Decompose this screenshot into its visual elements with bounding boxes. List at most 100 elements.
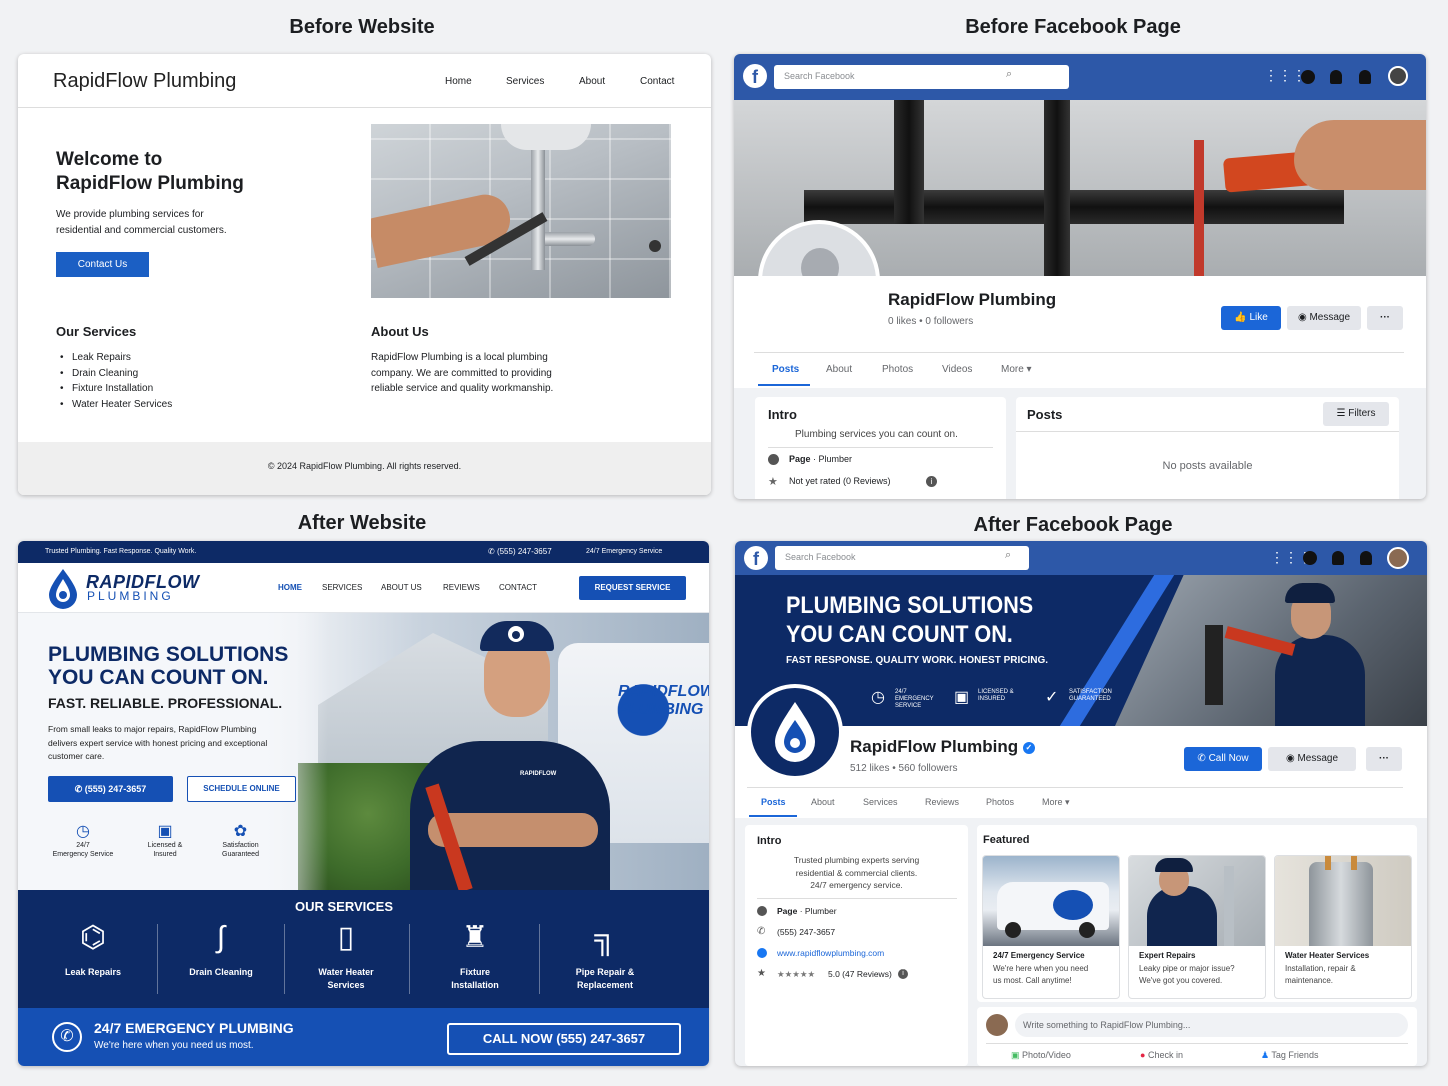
aw-service-drain-cleaning[interactable]: ∫ Drain Cleaning [157,916,285,979]
af-cover-subheading: FAST RESPONSE. QUALITY WORK. HONEST PRIC… [786,655,1049,666]
af-tab-photos[interactable]: Photos [986,797,1014,807]
bw-nav-home[interactable]: Home [445,76,472,87]
profile-avatar[interactable] [1388,66,1408,86]
aw-service-leak-repairs[interactable]: ⌬ Leak Repairs [29,916,157,979]
bf-like-button[interactable]: 👍 Like [1221,306,1281,330]
bf-tab-posts[interactable]: Posts [772,364,799,375]
apps-grid-icon[interactable]: ⋮⋮⋮ [1264,67,1306,84]
bw-nav-about[interactable]: About [579,76,605,87]
search-icon[interactable]: ⌕ [1005,549,1011,562]
af-action-check-in[interactable]: ● Check in [1140,1050,1183,1060]
aw-logo-subtext[interactable]: PLUMBING [87,589,174,603]
messenger-icon[interactable] [1303,551,1317,565]
bf-rating: Not yet rated (0 Reviews) [789,476,891,486]
af-tab-about[interactable]: About [811,797,835,807]
drain-pipe-icon: ∫ [216,921,226,954]
faucet-icon: ⌬ [79,921,107,954]
aw-emergency-title: 24/7 EMERGENCY PLUMBING [94,1020,294,1036]
bw-contact-button[interactable]: Contact Us [56,252,149,277]
af-featured-item[interactable]: Water Heater Services Installation, repa… [1274,855,1412,999]
notification-icon[interactable] [1360,551,1372,565]
info-icon [757,906,767,916]
af-action-tag-friends[interactable]: ♟ Tag Friends [1261,1050,1318,1061]
bell-icon[interactable] [1332,551,1344,565]
af-tab-reviews[interactable]: Reviews [925,797,959,807]
bw-hero-photo [371,124,671,298]
after-website-panel: Trusted Plumbing. Fast Response. Quality… [18,541,709,1066]
aw-nav-about[interactable]: ABOUT US [381,583,422,592]
af-intro-card: Intro Trusted plumbing experts serving re… [745,825,968,1066]
af-message-button[interactable]: ◉ Message [1268,747,1356,771]
bw-hero-heading: Welcome to RapidFlow Plumbing [56,149,244,194]
bf-search-input[interactable]: Search Facebook [774,65,1069,89]
af-tab-posts[interactable]: Posts [761,797,786,807]
messenger-icon[interactable] [1301,70,1315,84]
bw-nav-services[interactable]: Services [506,76,544,87]
af-featured-photo-heater [1275,856,1411,946]
photo-icon: ▣ [1011,1050,1020,1060]
af-more-button[interactable]: ··· [1366,747,1402,771]
aw-hero-paragraph: From small leaks to major repairs, Rapid… [48,724,268,761]
bf-posts-card: Posts ☰ Filters No posts available [1016,397,1399,499]
aw-service-water-heater[interactable]: ▯ Water Heater Services [282,916,410,992]
af-composer-input[interactable]: Write something to RapidFlow Plumbing... [1015,1013,1408,1037]
af-search-input[interactable]: Search Facebook [775,546,1029,570]
bw-intro: We provide plumbing services for resident… [56,209,227,236]
af-website-link[interactable]: www.rapidflowplumbing.com [777,948,884,958]
aw-services-band: OUR SERVICES ⌬ Leak Repairs ∫ Drain Cleani… [18,890,709,1008]
aw-topbar-phone[interactable]: ✆ (555) 247-3657 [488,547,552,556]
af-call-now-button[interactable]: ✆ Call Now [1184,747,1262,771]
search-icon[interactable]: ⌕ [1006,68,1012,81]
bf-no-posts: No posts available [1162,460,1253,472]
af-featured-item[interactable]: 24/7 Emergency Service We're here when y… [982,855,1120,999]
clock-icon: ◷ [76,823,90,840]
notification-icon[interactable] [1359,70,1371,84]
aw-nav-home[interactable]: HOME [278,583,302,592]
facebook-logo-icon[interactable]: f [743,64,767,88]
aw-nav-services[interactable]: SERVICES [322,583,362,592]
bf-more-button[interactable]: ··· [1367,306,1403,330]
profile-avatar[interactable] [1387,547,1409,569]
aw-service-fixture-installation[interactable]: ♜ Fixture Installation [411,916,539,992]
bw-services-title: Our Services [56,324,137,339]
bw-service-item: Water Heater Services [56,397,172,413]
af-featured-item[interactable]: Expert Repairs Leaky pipe or major issue… [1128,855,1266,999]
aw-nav-contact[interactable]: CONTACT [499,583,537,592]
aw-badge-satisfaction: ✿ Satisfaction Guaranteed [208,823,273,859]
af-profile-picture[interactable] [747,684,843,780]
user-avatar [986,1014,1008,1036]
info-icon[interactable]: i [898,969,908,979]
bf-tab-about[interactable]: About [826,364,852,375]
aw-call-button[interactable]: ✆ (555) 247-3657 [48,776,173,802]
af-featured-photo-van [983,856,1119,946]
aw-schedule-button[interactable]: SCHEDULE ONLINE [187,776,296,802]
af-tab-more[interactable]: More ▾ [1042,797,1070,808]
aw-request-service-button[interactable]: REQUEST SERVICE [579,576,686,600]
aw-call-now-button[interactable]: CALL NOW (555) 247-3657 [447,1023,681,1055]
af-intro-title: Intro [757,835,782,847]
info-icon[interactable]: i [926,476,937,487]
bf-filters-button[interactable]: ☰ Filters [1323,402,1389,426]
bw-nav-contact[interactable]: Contact [640,76,674,87]
af-action-photo-video[interactable]: ▣ Photo/Video [1011,1050,1071,1061]
messenger-icon: ◉ [1285,753,1295,764]
af-cover-badge-licensed: ▣ LICENSED & INSURED [954,689,1014,706]
before-facebook-panel: f Search Facebook ⌕ ⋮⋮⋮ RapidFlow Plumbi… [734,54,1426,499]
bf-message-button[interactable]: ◉ Message [1287,306,1361,330]
star-icon: ★ [757,968,766,979]
aw-service-pipe-repair[interactable]: ╗ Pipe Repair & Replacement [541,916,669,992]
af-cover-badge-satisfaction: ✓ SATISFACTION GUARANTEED [1045,689,1112,706]
bf-tab-photos[interactable]: Photos [882,364,913,375]
bf-intro-text: Plumbing services you can count on. [795,429,958,440]
af-stats: 512 likes • 560 followers [850,763,958,774]
bell-icon[interactable] [1330,70,1342,84]
af-phone[interactable]: (555) 247-3657 [777,927,835,937]
bw-brand[interactable]: RapidFlow Plumbing [53,70,236,93]
aw-nav-reviews[interactable]: REVIEWS [443,583,480,592]
bf-tab-videos[interactable]: Videos [942,364,972,375]
bf-tab-more[interactable]: More ▾ [1001,364,1032,375]
af-composer-card: Write something to RapidFlow Plumbing...… [977,1007,1417,1066]
water-drop-logo-icon[interactable] [46,567,80,609]
facebook-logo-icon[interactable]: f [744,546,768,570]
af-tab-services[interactable]: Services [863,797,898,807]
